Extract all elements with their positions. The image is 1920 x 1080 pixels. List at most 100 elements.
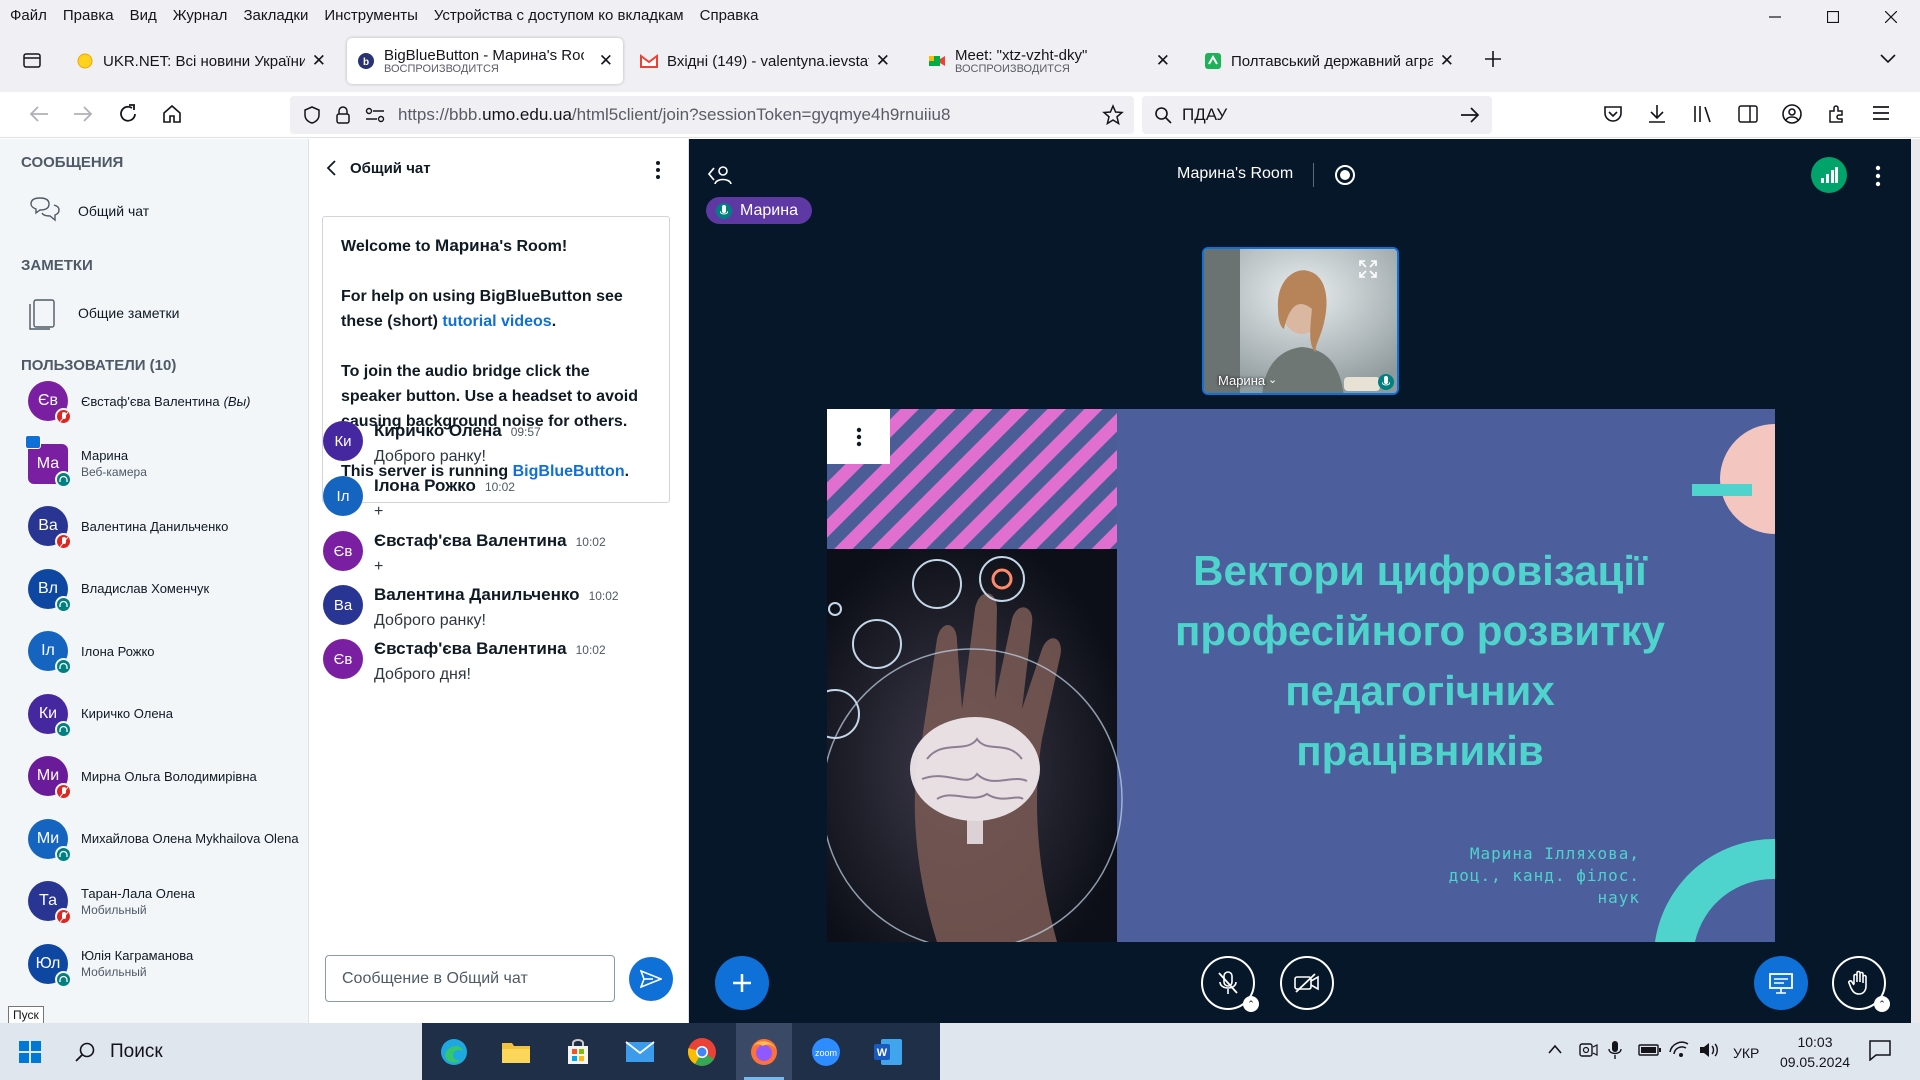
firefox-app-icon[interactable] [742,1030,786,1074]
presentation-toggle-button[interactable] [1754,956,1808,1010]
tray-volume-icon[interactable] [1698,1041,1720,1059]
sidebar-toggle-icon[interactable] [1737,103,1759,125]
shared-notes-item[interactable]: Общие заметки [28,296,179,330]
menu-synced-tabs[interactable]: Устройства с доступом ко вкладкам [426,7,692,24]
user-list-item[interactable]: Вл Владислав Хоменчук [28,559,308,619]
user-list-item[interactable]: Ма Марина Веб-камера [25,434,308,494]
actions-button[interactable] [715,956,769,1010]
list-all-tabs-icon[interactable] [1880,54,1896,64]
muted-mic-icon [55,533,72,550]
back-button[interactable] [28,103,50,125]
close-tab-icon[interactable]: ✕ [870,51,890,71]
user-list-item[interactable]: Та Таран-Лала Олена Мобильный [28,871,308,931]
system-clock[interactable]: 10:03 09.05.2024 [1770,1032,1860,1072]
chat-options-icon[interactable] [655,160,661,180]
home-button[interactable] [161,103,183,125]
tray-microphone-icon[interactable] [1608,1040,1622,1060]
edge-app-icon[interactable] [432,1030,476,1074]
chat-message-input[interactable]: Сообщение в Общий чат [325,955,615,1002]
chrome-app-icon[interactable] [680,1030,724,1074]
input-language[interactable]: УКР [1733,1045,1759,1061]
webcam-video[interactable]: Марина ⌄ [1202,247,1399,395]
connection-status-button[interactable] [1811,157,1847,193]
account-icon[interactable] [1781,103,1803,125]
new-tab-button[interactable] [1484,50,1502,68]
page-scrollbar[interactable] [1911,139,1920,1023]
permissions-icon[interactable] [364,105,386,125]
user-list-item[interactable]: Ки Киричко Олена [28,684,308,744]
webcam-dropdown-icon[interactable]: ⌄ [1268,373,1277,386]
unmute-button[interactable]: ⌃ [1201,956,1259,1012]
close-chat-chevron-icon[interactable] [325,159,337,177]
menu-edit[interactable]: Правка [55,7,122,24]
user-list-item[interactable]: Ми Михайлова Олена Mykhailova Olena [28,809,308,869]
close-tab-icon[interactable]: ✕ [1150,51,1170,71]
user-list-item[interactable]: Ва Валентина Данильченко [28,496,308,556]
meeting-options-icon[interactable] [1875,165,1881,187]
user-list-item[interactable]: Єв Євстаф'єва Валентина (Вы) [28,371,308,431]
show-hidden-icons-chevron-icon[interactable] [1547,1043,1563,1055]
user-list-item[interactable]: Іл Ілона Рожко [28,621,308,681]
raise-hand-button[interactable]: ⌃ [1832,956,1890,1012]
lock-icon[interactable] [334,105,352,125]
app-menu-icon[interactable] [1871,103,1891,123]
tab-gmail[interactable]: Вхідні (149) - valentyna.ievstafieva ✕ [630,38,900,84]
send-message-button[interactable] [629,957,673,1001]
reload-button[interactable] [117,103,139,125]
forward-button[interactable] [72,103,94,125]
public-chat-item[interactable]: Общий чат [28,196,149,226]
tray-battery-icon[interactable] [1638,1043,1662,1057]
tutorial-videos-link[interactable]: tutorial videos [442,313,551,330]
minimize-button[interactable] [1746,0,1804,34]
search-input[interactable]: ПДАУ [1182,105,1227,125]
menu-bookmarks[interactable]: Закладки [235,7,316,24]
file-explorer-app-icon[interactable] [494,1030,538,1074]
windows-start-icon[interactable] [8,1030,52,1074]
reactions-chevron-icon[interactable]: ⌃ [1874,996,1890,1012]
tab-manager-icon[interactable] [22,50,42,70]
close-tab-icon[interactable]: ✕ [1434,51,1454,71]
close-tab-icon[interactable]: ✕ [306,51,326,71]
word-app-icon[interactable]: W [866,1030,910,1074]
slide-options-button[interactable] [827,409,890,464]
listen-only-icon [55,845,72,863]
menu-file[interactable]: Файл [0,7,55,24]
bookmark-star-icon[interactable] [1102,104,1124,126]
menu-view[interactable]: Вид [122,7,165,24]
user-list-item[interactable]: Юл Юлія Каграманова Мобильный [28,934,308,994]
clock-date: 09.05.2024 [1779,1054,1851,1070]
share-webcam-button[interactable] [1280,956,1334,1010]
tab-bigbluebutton[interactable]: b BigBlueButton - Марина's Room ВОСПРОИЗВ… [347,38,623,84]
tab-meet[interactable]: Meet: "xtz-vzht-dky" ВОСПРОИЗВОДИТСЯ ✕ [918,38,1180,84]
library-icon[interactable] [1692,103,1714,125]
tab-pdau[interactable]: Полтавський державний аграрний ✕ [1194,38,1464,84]
tracking-protection-shield-icon[interactable] [302,105,322,125]
toggle-userlist-icon[interactable] [706,163,734,187]
taskbar-search-box[interactable]: Поиск [60,1030,418,1074]
user-list-item[interactable]: Ми Мирна Ольга Володимирівна [28,746,308,806]
close-tab-icon[interactable]: ✕ [593,51,613,71]
talking-indicator[interactable]: Марина [706,197,812,224]
close-window-button[interactable] [1862,0,1920,34]
tray-device-icon[interactable] [1578,1041,1598,1059]
downloads-icon[interactable] [1646,103,1668,125]
audio-options-chevron-icon[interactable]: ⌃ [1243,996,1259,1012]
menu-tools[interactable]: Инструменты [316,7,426,24]
zoom-app-icon[interactable]: zoom [804,1030,848,1074]
store-app-icon[interactable] [556,1030,600,1074]
extensions-icon[interactable] [1826,103,1848,125]
pocket-icon[interactable] [1602,103,1624,125]
url-bar[interactable]: https://bbb.umo.edu.ua/html5client/join?… [290,96,1134,134]
tab-ukrnet[interactable]: UKR.NET: Всі новини України, ✕ [66,38,336,84]
maximize-button[interactable] [1804,0,1862,34]
tray-wifi-icon[interactable] [1668,1040,1690,1058]
recording-indicator-icon[interactable] [1334,164,1356,186]
message-text: + [374,558,384,575]
menu-history[interactable]: Журнал [165,7,236,24]
search-bar[interactable]: ПДАУ [1142,96,1492,134]
menu-help[interactable]: Справка [692,7,767,24]
fullscreen-webcam-icon[interactable] [1358,259,1378,279]
search-go-icon[interactable] [1460,106,1480,124]
mail-app-icon[interactable] [618,1030,662,1074]
action-center-icon[interactable] [1868,1039,1892,1061]
